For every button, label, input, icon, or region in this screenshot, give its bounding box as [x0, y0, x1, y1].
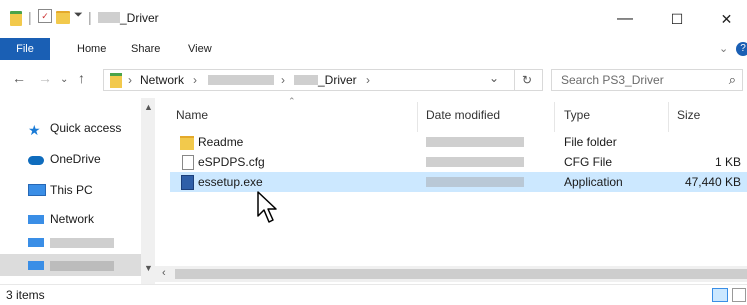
breadcrumb-driver[interactable]: _Driver: [318, 73, 357, 87]
properties-icon[interactable]: ✓: [38, 9, 52, 23]
cloud-icon: [28, 156, 44, 165]
star-icon: ★: [28, 122, 41, 138]
separator: |: [28, 9, 32, 25]
computer-icon: [28, 238, 44, 247]
breadcrumb-separator: ›: [193, 73, 197, 87]
redacted-text: [426, 157, 524, 167]
redacted-text: [294, 75, 318, 85]
item-count: 3 items: [6, 288, 45, 302]
scroll-left-icon[interactable]: ‹: [162, 267, 166, 279]
redacted-text: [208, 75, 274, 85]
scroll-down-icon[interactable]: ▼: [144, 263, 153, 273]
status-bar: 3 items: [0, 284, 747, 305]
file-name: essetup.exe: [198, 175, 263, 189]
column-divider: [417, 102, 418, 132]
scroll-up-icon[interactable]: ▲: [144, 102, 153, 112]
new-folder-icon[interactable]: [56, 11, 70, 24]
breadcrumb-separator: ›: [128, 73, 132, 87]
nav-scrollbar[interactable]: ▲ ▼: [141, 98, 155, 284]
back-button[interactable]: ←: [12, 70, 26, 86]
file-row-selected[interactable]: essetup.exe Application 47,440 KB: [170, 172, 747, 192]
computer-icon: [28, 261, 44, 270]
file-name: eSPDPS.cfg: [198, 155, 265, 169]
address-dropdown-icon[interactable]: ⌄: [489, 71, 499, 85]
horizontal-scrollbar[interactable]: ‹: [155, 266, 747, 282]
file-row[interactable]: Readme File folder: [170, 132, 747, 152]
mouse-cursor-icon: [257, 191, 277, 223]
maximize-button[interactable]: ☐: [654, 0, 700, 38]
customize-toolbar-icon[interactable]: ⏷: [74, 9, 83, 22]
file-list: Name ⌃ Date modified Type Size Readme Fi…: [164, 96, 747, 268]
title-bar: | ✓ ⏷ | _Driver — ☐ ✕: [0, 0, 747, 39]
column-divider: [554, 102, 555, 132]
column-divider: [668, 102, 669, 132]
redacted-text: [50, 261, 114, 271]
search-icon[interactable]: ⌕: [729, 72, 736, 88]
recent-locations-icon[interactable]: ⌄: [60, 74, 68, 85]
title-text: _Driver: [120, 11, 159, 25]
search-input[interactable]: Search PS3_Driver ⌕: [551, 69, 743, 91]
file-size: 47,440 KB: [684, 175, 741, 189]
close-button[interactable]: ✕: [706, 0, 747, 38]
column-header-name[interactable]: Name: [176, 108, 208, 122]
redacted-text: [426, 137, 524, 147]
tab-view[interactable]: View: [188, 38, 212, 60]
sort-up-icon: ⌃: [288, 96, 296, 106]
file-type: File folder: [564, 135, 617, 149]
file-icon: [182, 155, 194, 170]
network-folder-icon: [110, 73, 122, 88]
redacted-text: [426, 177, 524, 187]
column-header-size[interactable]: Size: [677, 108, 700, 122]
tab-file[interactable]: File: [0, 38, 50, 60]
breadcrumb-separator: ›: [281, 73, 285, 87]
nav-label: Network: [50, 212, 95, 226]
nav-label: Quick access: [50, 121, 122, 135]
network-icon: [28, 215, 44, 224]
address-bar[interactable]: › Network › › _Driver › ⌄: [103, 69, 515, 91]
navigation-pane: ★ Quick access OneDrive This PC Network …: [0, 98, 155, 284]
ribbon-tabs: File Home Share View ⌄ ?: [0, 38, 747, 61]
tab-share[interactable]: Share: [131, 38, 160, 60]
nav-label: This PC: [50, 183, 93, 197]
column-header-date-modified[interactable]: Date modified: [426, 108, 500, 122]
tab-home[interactable]: Home: [77, 38, 106, 60]
explorer-icon: [10, 11, 22, 26]
nav-item-network-host-selected[interactable]: [0, 254, 141, 276]
file-row[interactable]: eSPDPS.cfg CFG File 1 KB: [170, 152, 747, 172]
window-title: _Driver: [98, 11, 159, 25]
file-type: Application: [564, 175, 623, 189]
separator: |: [88, 9, 92, 25]
address-row: ← → ⌄ ↑ › Network › › _Driver › ⌄ ↻ Sear…: [0, 60, 747, 98]
nav-label: OneDrive: [50, 152, 101, 166]
file-name: Readme: [198, 135, 244, 149]
details-view-icon[interactable]: [712, 288, 728, 302]
large-icons-view-icon[interactable]: [732, 288, 746, 302]
redacted-text: [98, 12, 120, 23]
exe-icon: [181, 175, 194, 190]
folder-icon: [180, 136, 194, 150]
search-placeholder: Search PS3_Driver: [561, 73, 664, 87]
column-header-type[interactable]: Type: [564, 108, 590, 122]
breadcrumb-network[interactable]: Network: [140, 73, 184, 87]
help-icon[interactable]: ?: [736, 42, 747, 56]
redacted-text: [50, 238, 114, 248]
up-button[interactable]: ↑: [78, 70, 85, 86]
scroll-thumb[interactable]: [175, 269, 747, 279]
file-type: CFG File: [564, 155, 612, 169]
minimize-button[interactable]: —: [602, 0, 648, 38]
file-size: 1 KB: [714, 155, 741, 169]
breadcrumb-separator: ›: [366, 73, 370, 87]
monitor-icon: [28, 184, 46, 196]
refresh-button[interactable]: ↻: [512, 69, 543, 91]
expand-ribbon-icon[interactable]: ⌄: [719, 38, 728, 60]
forward-button[interactable]: →: [38, 70, 52, 86]
